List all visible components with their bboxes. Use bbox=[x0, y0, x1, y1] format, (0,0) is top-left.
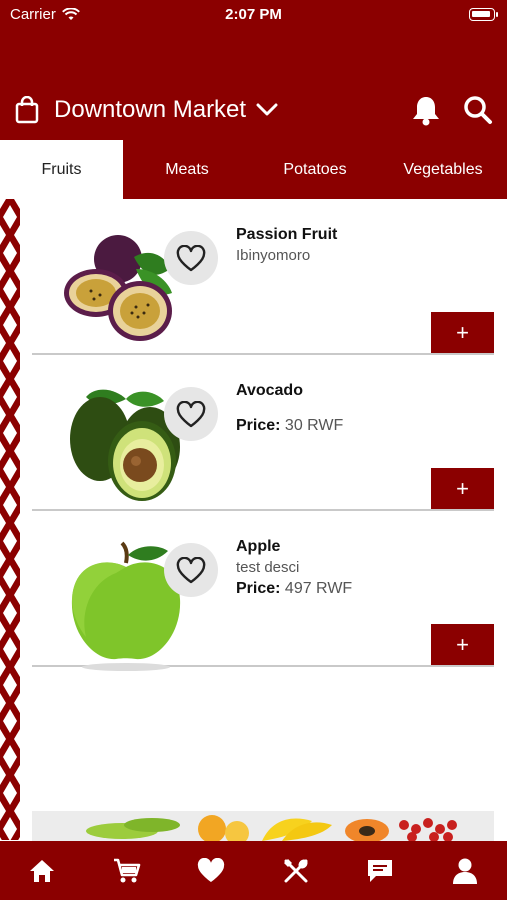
product-price: Price: 30 RWF bbox=[236, 417, 343, 435]
utensils-icon bbox=[283, 858, 308, 882]
heart-outline-icon bbox=[176, 400, 206, 427]
price-value: 30 RWF bbox=[280, 417, 344, 434]
tab-fruits[interactable]: Fruits bbox=[0, 140, 123, 199]
chevron-down-icon[interactable] bbox=[256, 103, 278, 117]
price-value: 497 RWF bbox=[280, 580, 353, 597]
battery-icon bbox=[469, 8, 498, 21]
cart-icon bbox=[113, 858, 141, 882]
nav-cart[interactable] bbox=[103, 847, 151, 895]
add-to-cart-button[interactable]: + bbox=[431, 312, 494, 353]
clock: 2:07 PM bbox=[225, 6, 282, 23]
product-subtitle: Ibinyomoro bbox=[236, 247, 311, 264]
product-name: Avocado bbox=[236, 382, 303, 399]
home-icon bbox=[30, 859, 55, 882]
shopping-bag-icon bbox=[15, 96, 39, 124]
add-to-cart-button[interactable]: + bbox=[431, 624, 494, 665]
add-to-cart-button[interactable]: + bbox=[431, 468, 494, 509]
tab-potatoes[interactable]: Potatoes bbox=[251, 140, 379, 199]
favorite-button[interactable] bbox=[164, 387, 218, 441]
bottom-navigation bbox=[0, 841, 507, 900]
produce-banner-image bbox=[32, 811, 494, 841]
store-name[interactable]: Downtown Market bbox=[54, 96, 246, 124]
nav-favorites[interactable] bbox=[187, 847, 235, 895]
product-card[interactable]: Passion Fruit Ibinyomoro + bbox=[32, 199, 494, 355]
product-price: Price: 497 RWF bbox=[236, 580, 352, 598]
product-name: Passion Fruit bbox=[236, 226, 338, 243]
price-label: Price: bbox=[236, 417, 281, 434]
tab-meats[interactable]: Meats bbox=[123, 140, 251, 199]
status-bar: Carrier 2:07 PM bbox=[0, 6, 507, 26]
chat-icon bbox=[368, 859, 393, 882]
favorite-button[interactable] bbox=[164, 543, 218, 597]
product-subtitle: test desci bbox=[236, 559, 300, 576]
decorative-pattern-strip bbox=[0, 199, 20, 840]
heart-icon bbox=[198, 857, 225, 882]
product-list: Passion Fruit Ibinyomoro + Avocado Price… bbox=[32, 199, 494, 671]
search-icon[interactable] bbox=[463, 95, 493, 125]
store-selector-row: Downtown Market bbox=[14, 92, 493, 128]
price-label: Price: bbox=[236, 580, 281, 597]
heart-outline-icon bbox=[176, 556, 206, 583]
nav-profile[interactable] bbox=[441, 847, 489, 895]
nav-home[interactable] bbox=[18, 847, 66, 895]
product-card[interactable]: Apple test desci Price: 497 RWF + bbox=[32, 511, 494, 671]
product-card[interactable]: Avocado Price: 30 RWF + bbox=[32, 355, 494, 511]
profile-icon bbox=[452, 858, 477, 884]
heart-outline-icon bbox=[176, 244, 206, 271]
product-name: Apple bbox=[236, 538, 281, 555]
bell-icon[interactable] bbox=[411, 94, 441, 126]
app-header: Carrier 2:07 PM Downtown Market Fruits M… bbox=[0, 0, 507, 199]
nav-restaurant[interactable] bbox=[272, 847, 320, 895]
favorite-button[interactable] bbox=[164, 231, 218, 285]
nav-messages[interactable] bbox=[356, 847, 404, 895]
category-tabs: Fruits Meats Potatoes Vegetables bbox=[0, 140, 507, 199]
tab-vegetables[interactable]: Vegetables bbox=[379, 140, 507, 199]
